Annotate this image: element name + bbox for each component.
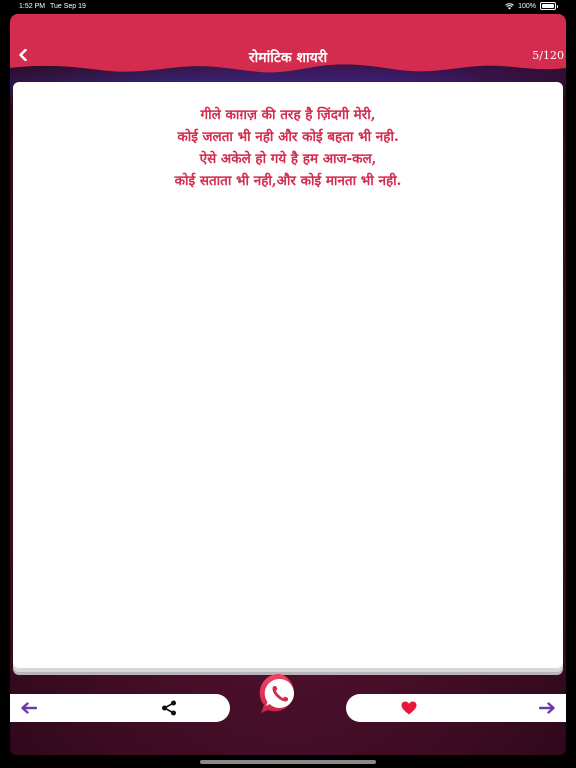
shayari-text: गीले काग़ज़ की तरह है ज़िंदगी मेरी, कोई … xyxy=(13,104,563,192)
shayari-line: कोई जलता भी नही और कोई बहता भी नही. xyxy=(177,129,399,145)
status-date: Tue Sep 19 xyxy=(50,3,86,10)
page-title: रोमांटिक शायरी xyxy=(248,50,328,66)
app-container: रोमांटिक शायरी 5/120 गीले काग़ज़ की तरह … xyxy=(10,14,566,755)
arrow-right-icon xyxy=(539,702,555,714)
home-indicator xyxy=(200,760,376,764)
shayari-counter: 5/120 xyxy=(532,49,564,62)
shayari-line: गीले काग़ज़ की तरह है ज़िंदगी मेरी, xyxy=(200,107,376,123)
arrow-left-icon xyxy=(21,702,37,714)
whatsapp-icon xyxy=(259,673,294,713)
status-time: 1:52 PM xyxy=(19,3,46,10)
heart-icon xyxy=(401,701,417,715)
favorite-button[interactable] xyxy=(400,699,418,717)
toolbar-left-pill xyxy=(10,694,230,722)
battery-percent: 100% xyxy=(518,2,536,10)
header: रोमांटिक शायरी 5/120 xyxy=(10,14,566,74)
wifi-icon xyxy=(505,2,514,9)
shayari-line: कोई सताता भी नही,और कोई मानता भी नही. xyxy=(174,173,402,189)
status-bar: 1:52 PM Tue Sep 19 100% xyxy=(0,0,576,14)
previous-button[interactable] xyxy=(20,700,38,716)
share-button[interactable] xyxy=(160,699,178,717)
shayari-line: ऐसे अकेले हो गये है हम आज-कल, xyxy=(199,151,377,167)
toolbar-right-pill xyxy=(346,694,566,722)
whatsapp-share-button[interactable] xyxy=(258,672,302,716)
share-icon xyxy=(162,700,176,716)
status-right: 100% xyxy=(505,2,558,10)
next-button[interactable] xyxy=(538,700,556,716)
battery-icon xyxy=(540,2,558,10)
shayari-card: गीले काग़ज़ की तरह है ज़िंदगी मेरी, कोई … xyxy=(13,82,563,668)
